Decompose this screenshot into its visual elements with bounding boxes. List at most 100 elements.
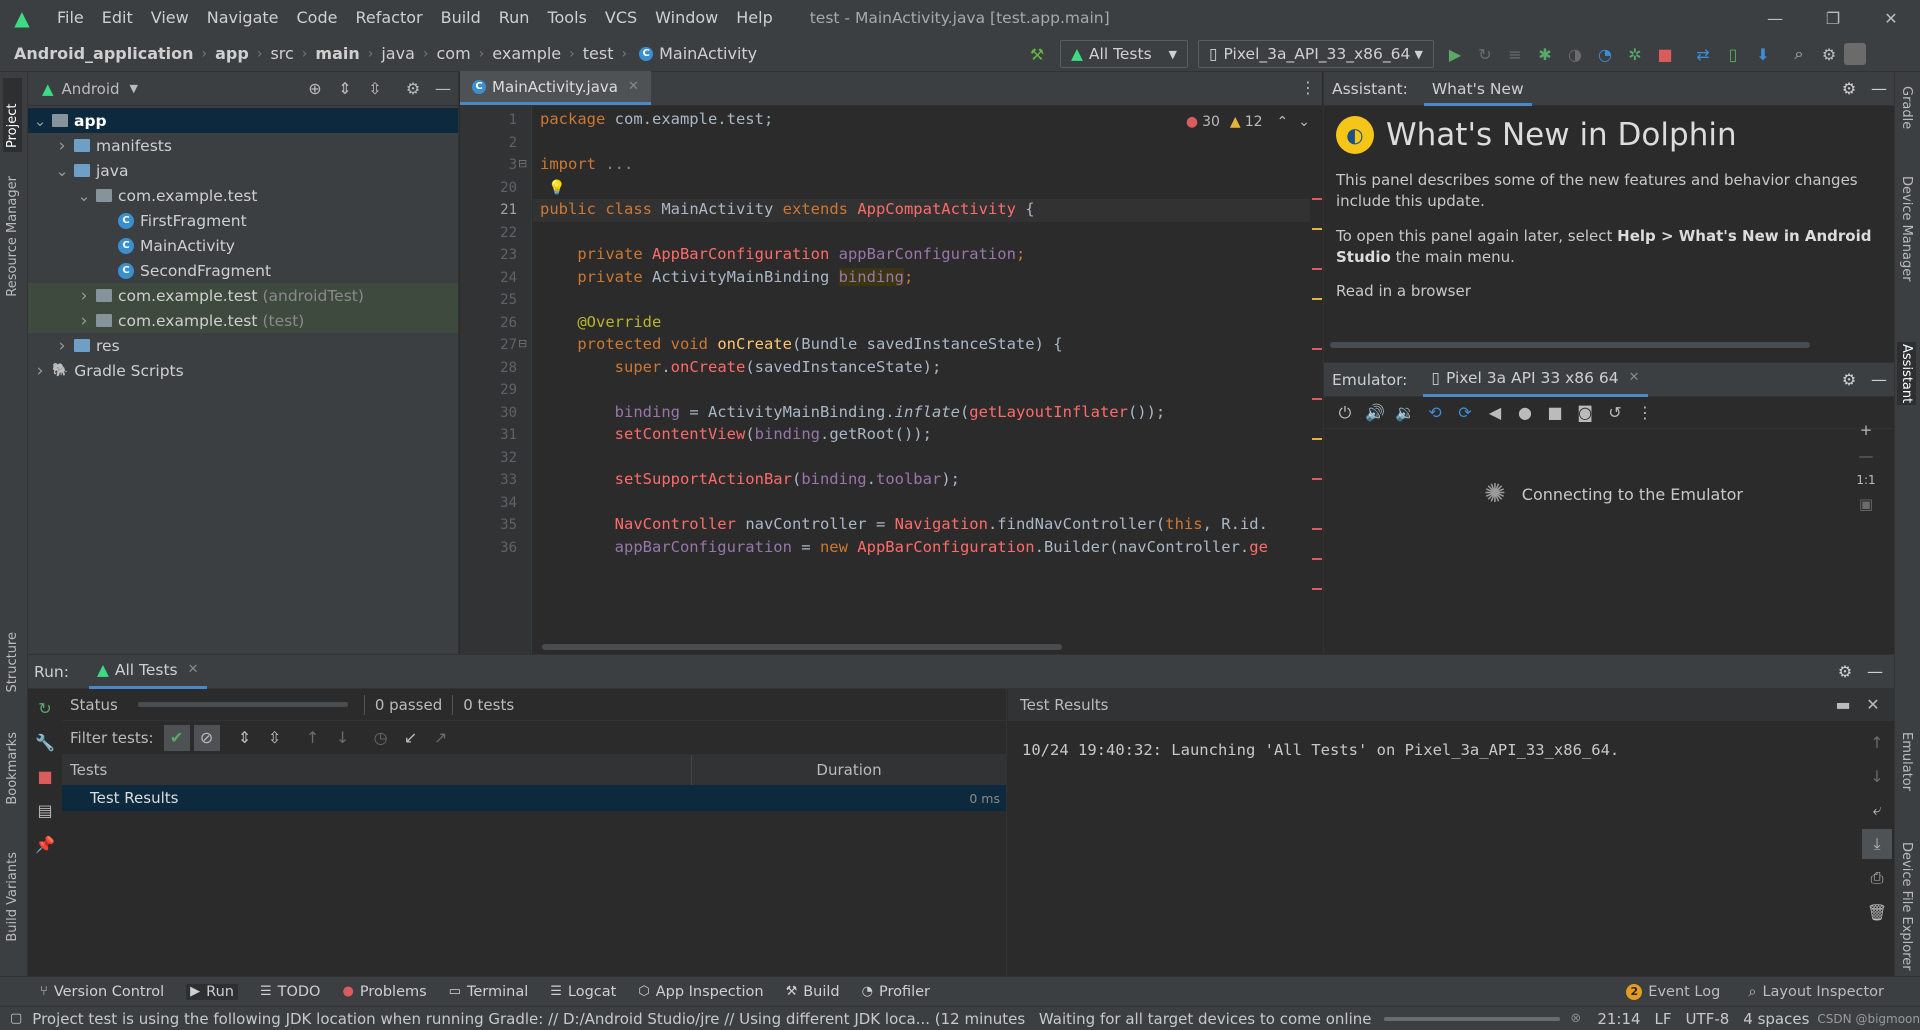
screenshot-icon[interactable]: ◙ (1570, 398, 1600, 428)
maximize-icon[interactable]: ▬ (1828, 690, 1858, 720)
tool-tab-structure[interactable]: Structure (5, 632, 20, 692)
chevron-right-icon[interactable]: › (76, 311, 92, 331)
breadcrumb-item[interactable]: test (583, 44, 614, 63)
menu-run[interactable]: Run (490, 0, 539, 36)
hide-panel-icon[interactable]: — (1864, 365, 1894, 395)
menu-file[interactable]: File (48, 0, 93, 36)
overview-icon[interactable]: ■ (1540, 398, 1570, 428)
gear-icon[interactable]: ⚙ (1834, 365, 1864, 395)
sync-gradle-icon[interactable]: ⇄ (1688, 39, 1718, 69)
device-select[interactable]: ▯ Pixel_3a_API_33_x86_64 ▼ (1198, 40, 1434, 68)
menu-vcs[interactable]: VCS (596, 0, 646, 36)
rotate-left-icon[interactable]: ⟲ (1420, 398, 1450, 428)
chevron-down-icon[interactable]: ⌄ (76, 187, 92, 205)
menu-refactor[interactable]: Refactor (346, 0, 431, 36)
tree-item[interactable]: › com.example.test (test) (28, 308, 458, 333)
gear-icon[interactable]: ⚙ (1830, 657, 1860, 687)
hide-panel-icon[interactable]: — (1860, 657, 1890, 687)
tool-tab-device-manager[interactable]: Device Manager (1899, 176, 1914, 282)
tree-item[interactable]: C SecondFragment (28, 258, 458, 283)
tree-item[interactable]: C FirstFragment (28, 208, 458, 233)
layout-icon[interactable]: ▤ (30, 795, 60, 825)
tree-item[interactable]: ⌄ java (28, 158, 458, 183)
arrow-up-icon[interactable]: ↑ (298, 723, 328, 753)
tab-layout-inspector[interactable]: Layout Inspector (1762, 984, 1884, 1000)
home-icon[interactable]: ● (1510, 398, 1540, 428)
gear-icon[interactable]: ⚙ (1814, 39, 1844, 69)
attach-debugger-icon[interactable]: ✲ (1620, 39, 1650, 69)
collapse-all-icon[interactable]: ⇳ (360, 74, 390, 104)
tool-tab-bookmarks[interactable]: Bookmarks (5, 732, 20, 805)
snapshot-icon[interactable]: ↺ (1600, 398, 1630, 428)
code-area[interactable]: package com.example.test; import ... publi… (460, 106, 1310, 654)
chevron-down-icon[interactable]: ⌄ (54, 162, 70, 180)
sdk-manager-icon[interactable]: ⬇ (1748, 39, 1778, 69)
avatar[interactable] (1844, 43, 1866, 65)
project-view-select[interactable]: Android (62, 80, 120, 98)
wrench-icon[interactable]: 🔧 (30, 727, 60, 757)
pin-icon[interactable]: 📌 (30, 829, 60, 859)
tab-profiler[interactable]: ◔ Profiler (862, 984, 930, 1000)
arrow-down-icon[interactable]: ↓ (328, 723, 358, 753)
close-tab-icon[interactable]: ✕ (1629, 361, 1640, 395)
trash-icon[interactable]: 🗑 (1862, 897, 1892, 927)
search-icon[interactable]: ⌕ (1784, 39, 1814, 69)
zoom-ratio-button[interactable]: 1:1 (1856, 473, 1875, 487)
caret-position[interactable]: 21:14 (1597, 1010, 1640, 1028)
tab-emulator-device[interactable]: ▯ Pixel 3a API 33 x86 64 ✕ (1423, 361, 1648, 397)
run-icon[interactable]: ▶ (1440, 39, 1470, 69)
tab-app-inspection[interactable]: ⬡ App Inspection (638, 984, 763, 1000)
close-tab-icon[interactable]: ✕ (188, 653, 199, 687)
tool-tab-emulator[interactable]: Emulator (1899, 732, 1914, 791)
breadcrumb-item[interactable]: com (437, 44, 471, 63)
volume-down-icon[interactable]: 🔉 (1390, 398, 1420, 428)
chevron-down-icon[interactable]: ▼ (130, 82, 138, 95)
menu-tools[interactable]: Tools (538, 0, 595, 36)
rerun-icon[interactable]: ↻ (30, 693, 60, 723)
expand-all-icon[interactable]: ⇕ (230, 723, 260, 753)
horizontal-scrollbar[interactable] (542, 644, 1062, 650)
breadcrumb-item[interactable]: main (315, 44, 359, 63)
menu-view[interactable]: View (142, 0, 198, 36)
tab-logcat[interactable]: ☰ Logcat (550, 984, 616, 1000)
breadcrumb-item[interactable]: MainActivity (659, 44, 757, 63)
breadcrumb-item[interactable]: java (381, 44, 415, 63)
restore-icon[interactable]: ❐ (1804, 0, 1862, 36)
apply-changes-icon[interactable]: ≡ (1500, 39, 1530, 69)
menu-navigate[interactable]: Navigate (198, 0, 288, 36)
tab-event-log[interactable]: Event Log (1648, 984, 1720, 1000)
fold-icon[interactable]: ⊟ (518, 157, 527, 170)
chevron-right-icon[interactable]: › (54, 136, 70, 156)
tab-all-tests[interactable]: ▲ All Tests ✕ (88, 653, 207, 689)
scroll-to-end-icon[interactable]: ⤓ (1862, 829, 1892, 859)
collapse-all-icon[interactable]: ⇳ (260, 723, 290, 753)
chevron-down-icon[interactable]: ⌄ (32, 112, 48, 130)
close-icon[interactable]: ✕ (1862, 0, 1920, 36)
zoom-in-icon[interactable]: + (1860, 421, 1873, 439)
hammer-icon[interactable]: ⚒ (1022, 39, 1052, 69)
power-icon[interactable]: ⏻ (1330, 398, 1360, 428)
tree-item[interactable]: › 🐘 Gradle Scripts (28, 358, 458, 383)
indent-setting[interactable]: 4 spaces (1743, 1010, 1809, 1028)
cancel-task-icon[interactable]: ⊗ (1570, 1011, 1581, 1026)
more-options-icon[interactable]: ⋮ (1300, 78, 1316, 97)
fit-screen-icon[interactable]: ▣ (1859, 495, 1873, 513)
back-icon[interactable]: ◀ (1480, 398, 1510, 428)
menu-edit[interactable]: Edit (93, 0, 142, 36)
run-config-select[interactable]: ▲ All Tests ▼ (1060, 40, 1188, 68)
arrow-down-icon[interactable]: ↓ (1862, 761, 1892, 791)
horizontal-scrollbar[interactable] (1330, 342, 1810, 348)
tool-tab-device-file-explorer[interactable]: Device File Explorer (1899, 842, 1914, 971)
tab-terminal[interactable]: ▭ Terminal (449, 984, 529, 1000)
read-in-browser-link[interactable]: Read in a browser (1336, 282, 1882, 300)
tree-item[interactable]: › res (28, 333, 458, 358)
breadcrumb-item[interactable]: Android_application (14, 44, 194, 63)
menu-window[interactable]: Window (646, 0, 727, 36)
minimize-icon[interactable]: — (1746, 0, 1804, 36)
chevron-up-icon[interactable]: ⌃ (1277, 114, 1289, 130)
expand-all-icon[interactable]: ⇕ (330, 74, 360, 104)
chevron-right-icon[interactable]: › (54, 336, 70, 356)
tab-run[interactable]: ▶ Run (186, 983, 238, 1000)
tree-item[interactable]: C MainActivity (28, 233, 458, 258)
tab-version-control[interactable]: ⑂ Version Control (40, 984, 164, 1000)
